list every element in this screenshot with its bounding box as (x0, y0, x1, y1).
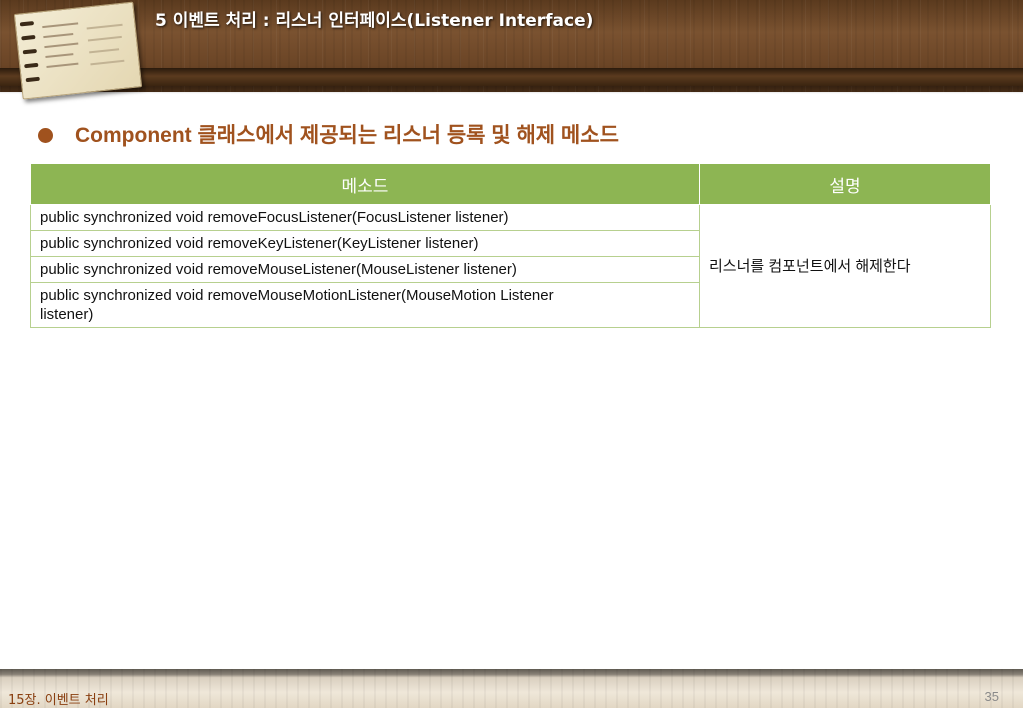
column-header-description: 설명 (699, 163, 991, 205)
header-strip (0, 68, 1023, 86)
method-cell: public synchronized void removeKeyListen… (30, 230, 700, 257)
methods-table: 메소드 설명 public synchronized void removeFo… (30, 163, 991, 328)
page-title: 5 이벤트 처리 : 리스너 인터페이스(Listener Interface) (155, 11, 594, 31)
method-cell: public synchronized void removeMouseList… (30, 256, 700, 283)
method-cell: public synchronized void removeMouseMoti… (30, 282, 700, 328)
section-heading-text: Component 클래스에서 제공되는 리스너 등록 및 해제 메소드 (75, 124, 619, 147)
footer-chapter-label: 15장. 이벤트 처리 (8, 693, 109, 708)
table-header-row: 메소드 설명 (30, 163, 991, 205)
method-text: public synchronized void removeMouseList… (40, 261, 517, 278)
page-number: 35 (984, 689, 999, 704)
column-header-method: 메소드 (30, 163, 700, 205)
method-text: public synchronized void removeMouseMoti… (40, 287, 554, 323)
method-cell: public synchronized void removeFocusList… (30, 204, 700, 231)
section-heading: Component 클래스에서 제공되는 리스너 등록 및 해제 메소드 (38, 120, 619, 152)
notebook-icon (3, 0, 145, 107)
method-text: public synchronized void removeFocusList… (40, 209, 509, 226)
description-cell: 리스너를 컴포넌트에서 해제한다 (699, 204, 991, 328)
bullet-icon (38, 128, 53, 143)
header-shadow (0, 86, 1023, 94)
method-text: public synchronized void removeKeyListen… (40, 235, 479, 252)
table-row: public synchronized void removeFocusList… (30, 204, 991, 328)
description-text: 리스너를 컴포넌트에서 해제한다 (709, 257, 911, 275)
footer-bar (0, 669, 1023, 708)
